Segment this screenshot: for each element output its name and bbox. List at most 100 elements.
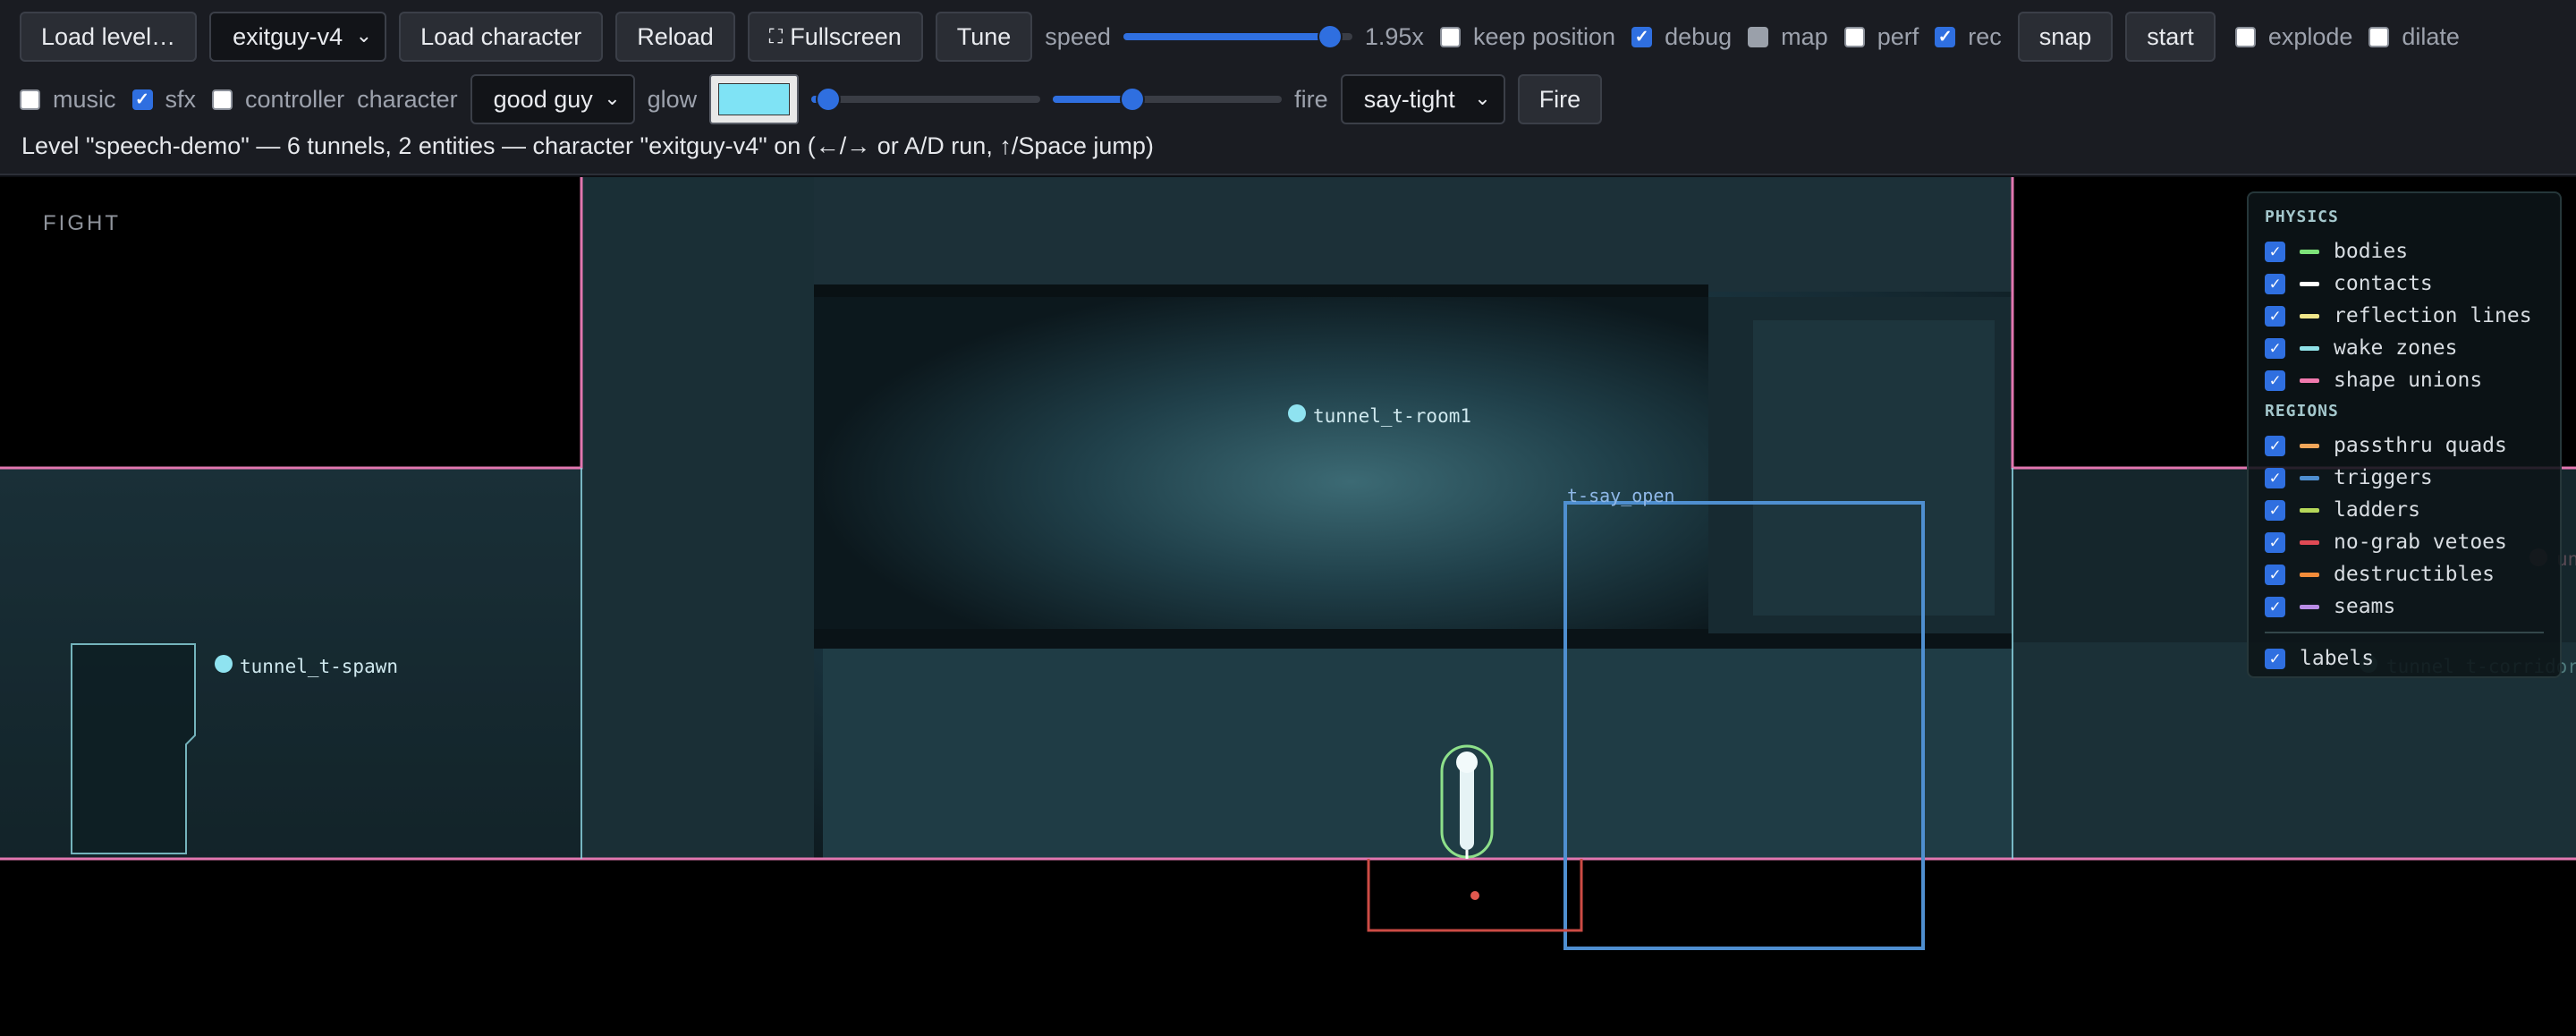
rec-label: rec	[1968, 22, 2002, 50]
lower-room-block	[823, 649, 2012, 859]
physics-checkbox[interactable]	[2265, 305, 2285, 327]
layer-color-swatch	[2300, 249, 2319, 254]
perf-checkbox[interactable]	[1843, 26, 1865, 47]
tune-button[interactable]: Tune	[935, 12, 1033, 62]
labels-checkbox[interactable]	[2265, 648, 2285, 669]
right-pillar-inset	[1753, 320, 1995, 616]
physics-checkbox[interactable]	[2265, 273, 2285, 294]
regions-label: triggers	[2334, 466, 2433, 489]
controller-checkbox[interactable]	[212, 89, 233, 110]
toolbar-row-1: Load level… exitguy-v4 ⌄ Load character …	[20, 12, 2472, 62]
mode-label: FIGHT	[43, 211, 121, 235]
explode-checkbox[interactable]	[2234, 26, 2256, 47]
regions-checkbox[interactable]	[2265, 499, 2285, 521]
entity-spawn-dot[interactable]	[215, 655, 233, 673]
layer-color-swatch	[2300, 539, 2319, 545]
game-canvas[interactable]: FIGHT tunnel_t-room1 tunnel_t-spawn tunn…	[0, 177, 2576, 1036]
physics-toggle-shape-unions[interactable]: shape unions	[2265, 364, 2544, 396]
regions-toggle-seams[interactable]: seams	[2265, 590, 2544, 623]
character-select[interactable]: good guy ⌄	[470, 74, 635, 124]
physics-toggle-contacts[interactable]: contacts	[2265, 267, 2544, 300]
physics-toggle-bodies[interactable]: bodies	[2265, 235, 2544, 267]
load-character-button[interactable]: Load character	[399, 12, 604, 62]
toolbar: Load level… exitguy-v4 ⌄ Load character …	[0, 0, 2576, 175]
regions-checkbox[interactable]	[2265, 531, 2285, 553]
physics-toggle-reflection-lines[interactable]: reflection lines	[2265, 300, 2544, 332]
regions-toggle-triggers[interactable]: triggers	[2265, 462, 2544, 494]
character-file-select[interactable]: exitguy-v4 ⌄	[209, 12, 387, 62]
chevron-down-icon: ⌄	[1474, 87, 1491, 109]
upper-room-slab	[814, 177, 2012, 292]
fire-select[interactable]: say-tight ⌄	[1340, 74, 1505, 124]
physics-label: contacts	[2334, 272, 2433, 295]
map-label: map	[1781, 22, 1828, 50]
map-checkbox[interactable]	[1748, 26, 1769, 47]
regions-heading: REGIONS	[2265, 402, 2339, 420]
glow-label: glow	[647, 85, 698, 113]
explode-label: explode	[2267, 22, 2353, 50]
regions-toggle-ladders[interactable]: ladders	[2265, 494, 2544, 526]
snap-button[interactable]: snap	[2017, 12, 2114, 62]
sfx-checkbox[interactable]	[131, 89, 153, 110]
entity-room1-dot[interactable]	[1288, 404, 1306, 422]
layer-color-swatch	[2300, 378, 2319, 383]
controller-label: controller	[245, 85, 345, 113]
spawn-door	[71, 643, 196, 854]
sfx-label: sfx	[165, 85, 197, 113]
speed-label: speed	[1045, 22, 1111, 50]
glow-radius-thumb[interactable]	[1120, 87, 1146, 112]
dilate-checkbox[interactable]	[2368, 26, 2390, 47]
start-button[interactable]: start	[2125, 12, 2216, 62]
glow-color-swatch	[718, 83, 791, 115]
physics-checkbox[interactable]	[2265, 337, 2285, 359]
chevron-down-icon: ⌄	[355, 24, 373, 47]
character-file-select-value: exitguy-v4	[233, 22, 343, 50]
regions-checkbox[interactable]	[2265, 596, 2285, 617]
panel-divider	[2265, 632, 2544, 633]
physics-toggle-wake-zones[interactable]: wake zones	[2265, 332, 2544, 364]
fire-button[interactable]: Fire	[1517, 74, 1603, 124]
veto-center-dot	[1470, 891, 1479, 900]
physics-checkbox[interactable]	[2265, 241, 2285, 262]
entity-spawn-label: tunnel_t-spawn	[240, 656, 399, 677]
physics-heading: PHYSICS	[2265, 208, 2339, 226]
glow-radius-slider[interactable]	[1053, 74, 1283, 124]
toolbar-row-2: music sfx controller character good guy …	[20, 74, 1614, 124]
fire-select-value: say-tight	[1363, 85, 1455, 113]
layer-color-swatch	[2300, 572, 2319, 577]
speed-value: 1.95x	[1364, 22, 1424, 50]
regions-toggle-no-grab-vetoes[interactable]: no-grab vetoes	[2265, 526, 2544, 558]
regions-checkbox[interactable]	[2265, 467, 2285, 488]
load-level-button[interactable]: Load level…	[20, 12, 198, 62]
regions-checkbox[interactable]	[2265, 564, 2285, 585]
labels-toggle[interactable]: labels	[2265, 642, 2544, 675]
layer-color-swatch	[2300, 345, 2319, 351]
rec-checkbox[interactable]	[1935, 26, 1956, 47]
fullscreen-button[interactable]: ⛶ Fullscreen	[747, 12, 923, 62]
layer-color-swatch	[2300, 604, 2319, 609]
music-label: music	[53, 85, 116, 113]
keep-position-checkbox[interactable]	[1439, 26, 1461, 47]
debug-checkbox[interactable]	[1631, 26, 1653, 47]
glow-color-picker[interactable]	[709, 74, 800, 124]
speed-slider[interactable]	[1123, 12, 1352, 62]
regions-toggle-passthru-quads[interactable]: passthru quads	[2265, 429, 2544, 462]
entity-room1-label: tunnel_t-room1	[1313, 405, 1472, 427]
speed-slider-thumb[interactable]	[1317, 24, 1343, 49]
layer-color-swatch	[2300, 507, 2319, 513]
upper-room-dark-band	[814, 284, 1708, 297]
reload-button[interactable]: Reload	[615, 12, 735, 62]
physics-label: reflection lines	[2334, 304, 2532, 327]
regions-toggle-destructibles[interactable]: destructibles	[2265, 558, 2544, 590]
labels-label: labels	[2300, 647, 2375, 670]
music-checkbox[interactable]	[20, 89, 40, 110]
player-head	[1456, 752, 1478, 773]
character-label: character	[357, 85, 458, 113]
glow-intensity-thumb[interactable]	[816, 87, 842, 112]
regions-checkbox[interactable]	[2265, 435, 2285, 456]
physics-checkbox[interactable]	[2265, 369, 2285, 391]
keep-position-label: keep position	[1472, 22, 1616, 50]
regions-label: seams	[2334, 595, 2396, 618]
layer-color-swatch	[2300, 313, 2319, 318]
glow-intensity-slider[interactable]	[811, 74, 1041, 124]
